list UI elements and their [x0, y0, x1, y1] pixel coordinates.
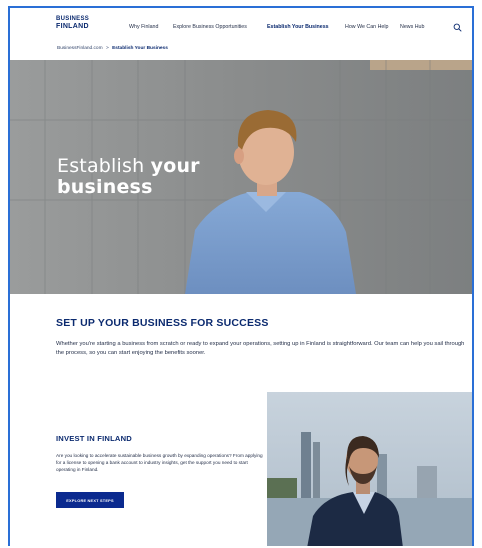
nav-item-explore-business-opportunities[interactable]: Explore Business Opportunities [173, 24, 247, 30]
breadcrumb: BusinessFinland.com > Establish Your Bus… [57, 46, 168, 51]
invest-title: INVEST IN FINLAND [56, 434, 132, 443]
hero-title-bold-1: your [150, 155, 200, 177]
hero-title-light: Establish [57, 155, 151, 177]
nav-item-how-we-can-help[interactable]: How We Can Help [345, 24, 388, 30]
search-icon[interactable] [453, 23, 462, 32]
hero-title: Establish your business [57, 156, 200, 198]
breadcrumb-separator: > [105, 46, 109, 51]
invest-text: Are you looking to accelerate sustainabl… [56, 453, 263, 472]
hero-title-bold-2: business [57, 176, 153, 198]
top-navigation-bar: BUSINESS FINLAND Why Finland Explore Bus… [10, 8, 472, 46]
browser-frame: BUSINESS FINLAND Why Finland Explore Bus… [8, 6, 474, 546]
breadcrumb-current: Establish Your Business [112, 46, 168, 51]
nav-item-news-hub[interactable]: News Hub [400, 24, 424, 30]
section-title: SET UP YOUR BUSINESS FOR SUCCESS [56, 317, 269, 329]
logo-line-1: BUSINESS [56, 16, 90, 22]
nav-item-why-finland[interactable]: Why Finland [129, 24, 158, 30]
invest-photo-image [267, 392, 472, 546]
logo-line-2: FINLAND [56, 23, 89, 30]
section-text: Whether you're starting a business from … [56, 341, 465, 356]
nav-item-establish-your-business[interactable]: Establish Your Business [267, 24, 329, 30]
hero-banner: Establish your business [10, 60, 472, 294]
explore-next-steps-button[interactable]: EXPLORE NEXT STEPS [56, 492, 124, 508]
breadcrumb-home-link[interactable]: BusinessFinland.com [57, 46, 103, 51]
business-finland-logo[interactable]: BUSINESS FINLAND [56, 16, 89, 30]
invest-photo [267, 392, 472, 546]
